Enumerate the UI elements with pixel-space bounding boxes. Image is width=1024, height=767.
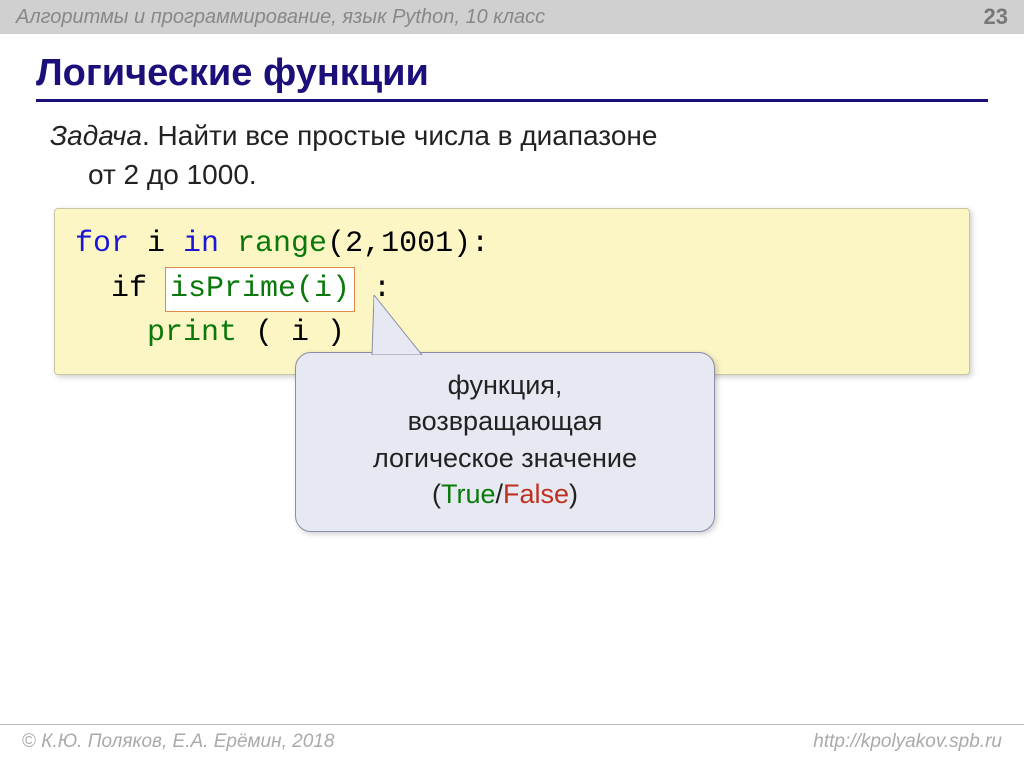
isprime-call: isPrime(i) bbox=[165, 267, 355, 313]
task-line1: . Найти все простые числа в диапазоне bbox=[142, 120, 657, 151]
code-line-1: for i in range(2,1001): bbox=[75, 223, 949, 267]
keyword-for: for bbox=[75, 227, 129, 261]
task-text: Задача. Найти все простые числа в диапаз… bbox=[36, 116, 988, 194]
false-text: False bbox=[503, 479, 569, 509]
footer-url: http://kpolyakov.spb.ru bbox=[813, 731, 1002, 753]
code-block: for i in range(2,1001): if isPrime(i) : … bbox=[54, 208, 970, 375]
slide-title: Логические функции bbox=[36, 44, 988, 102]
keyword-in: in bbox=[183, 227, 219, 261]
code-line-2: if isPrime(i) : bbox=[75, 267, 949, 313]
fn-print: print bbox=[147, 316, 237, 350]
true-text: True bbox=[441, 479, 496, 509]
copyright-icon: © bbox=[22, 731, 36, 752]
callout-line1: функция, bbox=[320, 367, 690, 403]
header-subject: Алгоритмы и программирование, язык Pytho… bbox=[16, 6, 545, 29]
footer-bar: © К.Ю. Поляков, Е.А. Ерёмин, 2018 http:/… bbox=[0, 724, 1024, 753]
task-label: Задача bbox=[50, 120, 142, 151]
code-line-3: print ( i ) bbox=[75, 312, 949, 356]
header-bar: Алгоритмы и программирование, язык Pytho… bbox=[0, 0, 1024, 34]
callout-line3: логическое значение bbox=[320, 440, 690, 476]
callout-line4: (True/False) bbox=[320, 476, 690, 512]
fn-range: range bbox=[219, 227, 327, 261]
page-number: 23 bbox=[984, 4, 1008, 30]
footer-author: © К.Ю. Поляков, Е.А. Ерёмин, 2018 bbox=[22, 731, 334, 753]
slide-content: Логические функции Задача. Найти все про… bbox=[0, 34, 1024, 375]
callout-line2: возвращающая bbox=[320, 403, 690, 439]
callout-box: функция, возвращающая логическое значени… bbox=[295, 352, 715, 532]
task-line2: от 2 до 1000. bbox=[50, 155, 257, 194]
